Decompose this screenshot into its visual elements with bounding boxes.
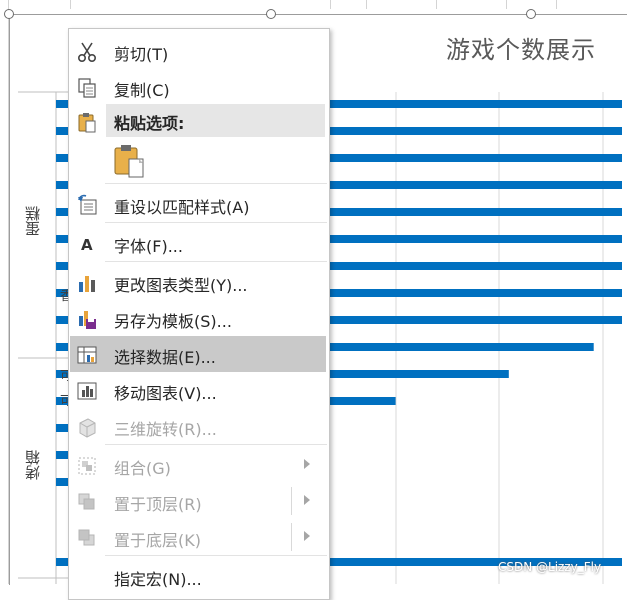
- paste-keep-formatting-icon[interactable]: [113, 143, 147, 179]
- menu-item-change-chart-type[interactable]: 更改图表类型(Y)...: [70, 264, 326, 300]
- bring-front-icon: [78, 493, 95, 510]
- menu-item-label: 重设以匹配样式(A): [114, 198, 250, 217]
- split-button-divider: [291, 487, 292, 515]
- menu-separator: [105, 555, 327, 556]
- menu-item-label: 指定宏(N)...: [114, 570, 202, 589]
- split-button-divider: [291, 523, 292, 551]
- menu-item-3d-rotation: 三维旋转(R)...: [70, 408, 326, 444]
- reset-style-icon: [78, 194, 97, 215]
- svg-text:A: A: [81, 236, 93, 254]
- menu-item-label: 置于底层(K): [114, 531, 201, 550]
- menu-item-move-chart[interactable]: 移动图表(V)...: [70, 372, 326, 408]
- menu-separator: [105, 261, 327, 262]
- context-menu: 剪切(T) 复制(C) 粘贴选项: 重设以匹配样式(A) A 字体(F)... …: [68, 28, 330, 600]
- menu-separator: [105, 222, 327, 223]
- menu-item-group: 组合(G): [70, 447, 326, 483]
- menu-separator: [105, 183, 327, 184]
- group-icon: [78, 457, 96, 475]
- submenu-arrow-icon: [304, 459, 310, 469]
- menu-item-copy[interactable]: 复制(C): [70, 69, 326, 105]
- menu-item-bring-to-front: 置于顶层(R): [70, 483, 326, 519]
- category-label-oven: 烤箱: [24, 450, 42, 480]
- menu-item-label: 组合(G): [114, 459, 171, 478]
- menu-separator: [105, 444, 327, 445]
- menu-item-label: 剪切(T): [114, 45, 169, 64]
- scissors-icon: [77, 42, 97, 63]
- menu-item-label: 更改图表类型(Y)...: [114, 276, 248, 295]
- category-label-cake: 蛋糕: [24, 206, 42, 236]
- menu-item-save-as-template[interactable]: 另存为模板(S)...: [70, 300, 326, 336]
- watermark: CSDN @Lizzy_Fly: [498, 560, 602, 574]
- menu-item-assign-macro[interactable]: 指定宏(N)...: [70, 558, 326, 594]
- paste-options-header: 粘贴选项:: [106, 104, 325, 137]
- menu-item-label: 移动图表(V)...: [114, 384, 217, 403]
- menu-item-cut[interactable]: 剪切(T): [70, 33, 326, 69]
- menu-item-label: 选择数据(E)...: [114, 348, 216, 367]
- menu-item-send-to-back: 置于底层(K): [70, 519, 326, 555]
- menu-item-select-data[interactable]: 选择数据(E)...: [70, 336, 326, 372]
- paste-icon: [78, 113, 96, 133]
- chart-type-icon: [79, 276, 95, 292]
- submenu-arrow-icon: [304, 531, 310, 541]
- select-data-icon: [77, 346, 97, 364]
- menu-item-reset-style[interactable]: 重设以匹配样式(A): [70, 186, 326, 222]
- move-chart-icon: [77, 382, 97, 400]
- submenu-arrow-icon: [304, 495, 310, 505]
- paste-options-label: 粘贴选项:: [114, 114, 185, 133]
- menu-item-label: 字体(F)...: [114, 237, 183, 256]
- font-icon: A: [81, 236, 93, 254]
- 3d-rotate-icon: [79, 418, 96, 438]
- menu-item-label: 三维旋转(R)...: [114, 420, 217, 439]
- menu-item-label: 另存为模板(S)...: [114, 312, 232, 331]
- send-back-icon: [78, 529, 95, 546]
- menu-item-label: 置于顶层(R): [114, 495, 202, 514]
- save-template-icon: [79, 311, 96, 329]
- copy-icon: [78, 78, 96, 98]
- menu-item-label: 复制(C): [114, 81, 170, 100]
- menu-item-font[interactable]: A 字体(F)...: [70, 225, 326, 261]
